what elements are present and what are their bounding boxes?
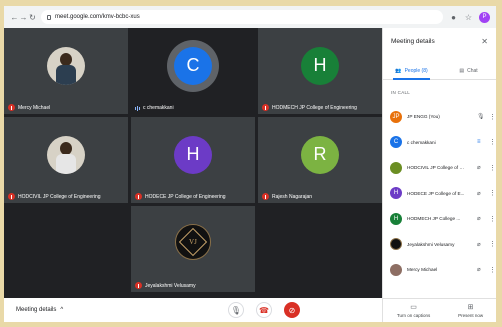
more-options-icon[interactable]: ⋮ (489, 215, 496, 223)
url-text: meet.google.com/kmv-bcbc-xus (55, 14, 140, 20)
panel-title: Meeting details (391, 38, 435, 45)
mic-off-icon: ⌀ (477, 165, 481, 172)
star-icon[interactable]: ☆ (464, 13, 473, 22)
present-now-button[interactable]: ⊞ Present now (458, 303, 483, 318)
more-options-icon[interactable]: ⋮ (489, 240, 496, 248)
empty-tile (4, 206, 128, 292)
participant-name: HODMECH JP College of Engineering (272, 104, 357, 111)
participant-name: HODCIVIL JP College of Engineering (18, 193, 101, 200)
avatar (390, 263, 402, 276)
microphone-icon: 🎙 (230, 305, 242, 315)
participant-tile[interactable]: HODCIVIL JP College of Engineering (4, 117, 128, 203)
participant-tile[interactable]: Mercy Michael (4, 28, 128, 114)
panel-actions: ▭ Turn on captions ⊞ Present now (383, 298, 496, 322)
speaking-icon: ≡ (477, 139, 481, 146)
mic-off-icon: ⌀ (477, 190, 481, 197)
video-grid: Mercy Michael C c chemakkani H HODMECH J… (4, 28, 382, 298)
avatar: H (390, 187, 402, 200)
microphone-button[interactable]: 🎙 (228, 302, 244, 318)
back-icon[interactable]: ← (10, 13, 19, 22)
list-item[interactable]: JP JP ENGG (You) 🎙 ⋮ (383, 104, 496, 130)
speaking-icon (135, 105, 140, 111)
lock-icon (47, 14, 51, 20)
avatar (390, 238, 402, 251)
list-item[interactable]: H HODMECH JP College ... ⌀ ⋮ (383, 206, 496, 232)
list-item[interactable]: Jeyalakshmi Velusamy ⌀ ⋮ (383, 232, 496, 258)
people-icon: 👥 (395, 67, 402, 74)
panel-tabs: 👥 People (8) ▤ Chat (383, 62, 496, 80)
participant-avatar: H (301, 46, 339, 85)
mic-off-icon (262, 193, 269, 200)
chat-icon: ▤ (459, 67, 465, 74)
more-options-icon[interactable]: ⋮ (489, 189, 496, 197)
phone-hangup-icon: ☎ (259, 305, 269, 315)
browser-toolbar: ← → ↻ meet.google.com/kmv-bcbc-xus ● ☆ P (4, 6, 496, 28)
call-controls-bar: Meeting details ^ 🎙 ☎ ⊘ (4, 298, 382, 322)
participant-photo (47, 135, 85, 174)
camera-off-icon: ⊘ (288, 305, 296, 315)
avatar (390, 161, 402, 174)
participant-name: HODECE JP College of Engineering (145, 193, 226, 200)
participant-name: c chemakkani (143, 105, 174, 111)
avatar: JP (390, 110, 402, 123)
participant-photo (47, 46, 85, 85)
list-item[interactable]: Mercy Michael ⌀ ⋮ (383, 257, 496, 283)
tab-people[interactable]: 👥 People (8) (383, 62, 440, 80)
mic-off-icon: ⌀ (477, 216, 481, 223)
close-icon[interactable]: ✕ (481, 37, 488, 46)
mic-off-icon (135, 193, 142, 200)
more-options-icon[interactable]: ⋮ (489, 266, 496, 274)
meeting-details-button[interactable]: Meeting details ^ (16, 307, 63, 313)
list-item[interactable]: H HODECE JP College of E... ⌀ ⋮ (383, 181, 496, 207)
more-options-icon[interactable]: ⋮ (489, 164, 496, 172)
participant-name: Mercy Michael (18, 104, 51, 111)
mic-off-icon (135, 282, 142, 289)
present-icon: ⊞ (467, 304, 474, 311)
more-options-icon[interactable]: ⋮ (489, 113, 496, 121)
chevron-up-icon: ^ (60, 307, 64, 313)
profile-avatar[interactable]: P (479, 11, 490, 23)
more-options-icon[interactable]: ⋮ (489, 138, 496, 146)
list-item[interactable]: HODCIVIL JP College of E... ⌀ ⋮ (383, 155, 496, 181)
address-bar[interactable]: meet.google.com/kmv-bcbc-xus (41, 10, 443, 24)
participant-name: Rajesh Nagarajan (272, 193, 313, 200)
participant-tile[interactable]: C c chemakkani (131, 28, 255, 114)
avatar: C (390, 136, 402, 149)
camera-button[interactable]: ⊘ (284, 302, 300, 318)
mic-off-icon (8, 104, 15, 111)
captions-button[interactable]: ▭ Turn on captions (397, 303, 430, 318)
mic-off-icon (262, 104, 269, 111)
participant-avatar: R (301, 135, 339, 174)
participant-avatar: H (174, 135, 212, 174)
in-call-heading: IN CALL (391, 90, 411, 95)
participant-list: JP JP ENGG (You) 🎙 ⋮ C c chemakkani ≡ ⋮ … (383, 104, 496, 283)
mic-off-icon (8, 193, 15, 200)
mic-off-icon: ⌀ (477, 241, 481, 248)
participant-name: Jeyalakshmi Velusamy (145, 282, 196, 289)
camera-permission-icon[interactable]: ● (449, 13, 458, 22)
empty-tile (258, 206, 382, 292)
participant-tile[interactable]: R Rajesh Nagarajan (258, 117, 382, 203)
mic-off-icon: ⌀ (477, 267, 481, 274)
tab-chat[interactable]: ▤ Chat (440, 62, 496, 79)
reload-icon[interactable]: ↻ (28, 13, 37, 22)
participant-tile[interactable]: VJ Jeyalakshmi Velusamy (131, 206, 255, 292)
vj-logo-icon: VJ (175, 224, 211, 261)
avatar: H (390, 212, 402, 225)
list-item[interactable]: C c chemakkani ≡ ⋮ (383, 130, 496, 156)
leave-call-button[interactable]: ☎ (256, 302, 272, 318)
meeting-details-panel: Meeting details ✕ 👥 People (8) ▤ Chat IN… (382, 28, 496, 322)
forward-icon[interactable]: → (19, 13, 28, 22)
captions-icon: ▭ (410, 304, 417, 311)
participant-tile[interactable]: H HODMECH JP College of Engineering (258, 28, 382, 114)
microphone-icon: 🎙 (477, 114, 485, 121)
participant-tile[interactable]: H HODECE JP College of Engineering (131, 117, 255, 203)
meet-window: ← → ↻ meet.google.com/kmv-bcbc-xus ● ☆ P… (4, 6, 496, 322)
participant-avatar: C (174, 46, 212, 85)
